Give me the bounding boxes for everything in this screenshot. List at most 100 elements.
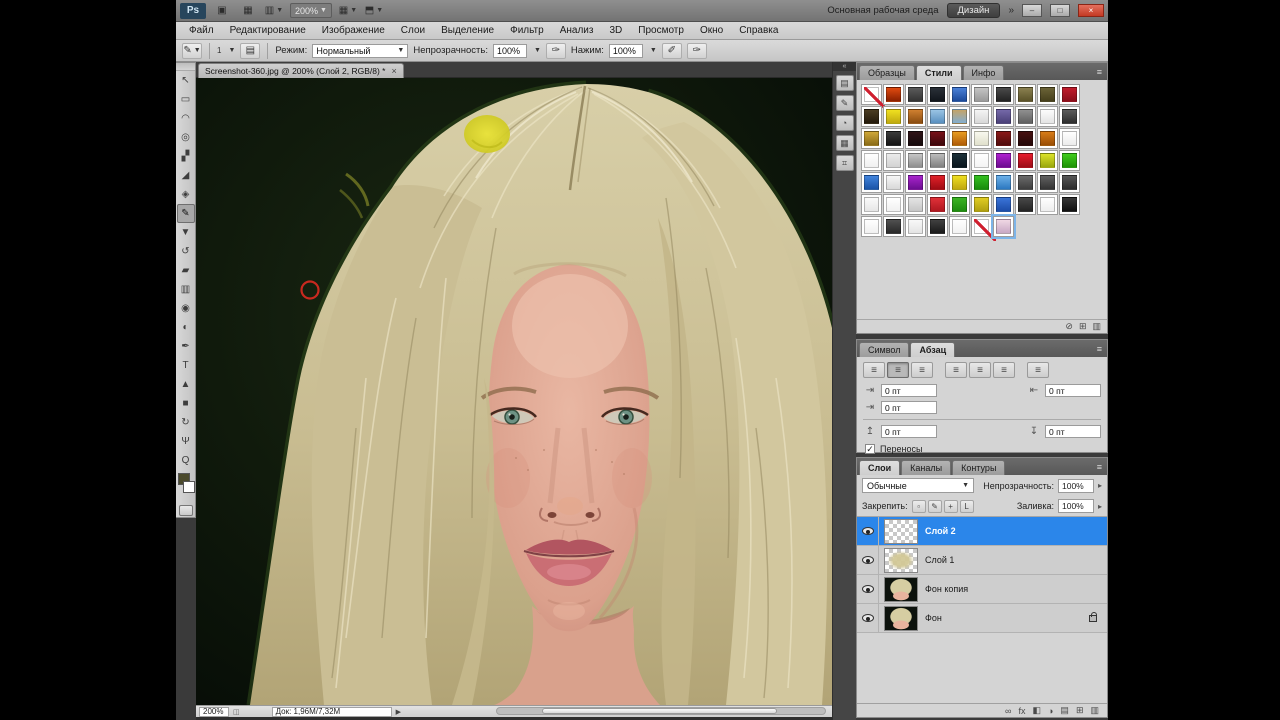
- style-swatch-14[interactable]: [927, 106, 948, 127]
- layer-row-1[interactable]: Слой 2: [857, 516, 1107, 546]
- justify-last-center-button[interactable]: ≡: [969, 362, 991, 378]
- indent-left-field[interactable]: 0 пт: [881, 384, 937, 397]
- rotate-view-tool[interactable]: ↻: [177, 413, 195, 432]
- style-swatch-12[interactable]: [883, 106, 904, 127]
- view-extras-icon[interactable]: ▥ ▼: [264, 3, 284, 19]
- layer-style-button[interactable]: fx: [1018, 706, 1025, 716]
- new-group-button[interactable]: ▤: [1060, 705, 1069, 716]
- style-swatch-28[interactable]: [1015, 128, 1036, 149]
- move-tool[interactable]: ↖: [177, 71, 195, 90]
- style-swatch-66[interactable]: [971, 216, 996, 241]
- menu-item-6[interactable]: Фильтр: [503, 24, 551, 37]
- zoom-tool[interactable]: Q: [177, 451, 195, 470]
- layer-thumbnail[interactable]: [884, 547, 918, 573]
- style-swatch-49[interactable]: [1037, 172, 1058, 193]
- style-swatch-30[interactable]: [1059, 128, 1080, 149]
- menu-item-10[interactable]: Окно: [693, 24, 730, 37]
- paragraph-panel-menu-icon[interactable]: ≡: [1094, 344, 1105, 354]
- style-swatch-11[interactable]: [861, 106, 882, 127]
- lock-all-button[interactable]: L: [959, 499, 974, 513]
- style-swatch-15[interactable]: [949, 106, 970, 127]
- new-style-button[interactable]: ⊞: [1079, 321, 1087, 332]
- layers-tab-1[interactable]: Слои: [859, 460, 901, 475]
- design-workspace-button[interactable]: Дизайн: [946, 3, 1001, 18]
- brush-size-value[interactable]: 1: [217, 46, 221, 55]
- document-tab[interactable]: Screenshot-360.jpg @ 200% (Слой 2, RGB/8…: [198, 63, 404, 78]
- style-swatch-48[interactable]: [1015, 172, 1036, 193]
- marquee-tool[interactable]: ▭: [177, 90, 195, 109]
- screen-mode-icon[interactable]: ⬒ ▼: [364, 3, 384, 19]
- airbrush-icon[interactable]: ✐: [661, 42, 682, 59]
- menu-item-7[interactable]: Анализ: [553, 24, 601, 37]
- collapsed-panel-button-4[interactable]: ▦: [835, 135, 854, 151]
- style-swatch-46[interactable]: [971, 172, 992, 193]
- workspace-overflow-icon[interactable]: »: [1008, 5, 1014, 16]
- styles-panel-menu-icon[interactable]: ≡: [1094, 67, 1105, 77]
- mini-bridge-icon[interactable]: ▦: [238, 3, 258, 19]
- opacity-field[interactable]: 100%: [492, 43, 527, 58]
- style-swatch-5[interactable]: [949, 84, 970, 105]
- add-mask-button[interactable]: ◧: [1032, 705, 1041, 716]
- style-swatch-29[interactable]: [1037, 128, 1058, 149]
- delete-layer-button[interactable]: ▥: [1090, 705, 1099, 716]
- layers-tab-3[interactable]: Контуры: [952, 460, 1006, 475]
- style-swatch-18[interactable]: [1015, 106, 1036, 127]
- lock-transparency-button[interactable]: ▫: [911, 499, 926, 513]
- horizontal-scrollbar-thumb[interactable]: [542, 708, 777, 714]
- style-swatch-63[interactable]: [905, 216, 926, 237]
- lock-position-button[interactable]: +: [943, 499, 958, 513]
- style-swatch-34[interactable]: [927, 150, 948, 171]
- indent-first-line-field[interactable]: 0 пт: [881, 401, 937, 414]
- collapse-dock-icon[interactable]: «: [833, 62, 856, 71]
- style-swatch-33[interactable]: [905, 150, 926, 171]
- opacity-arrow[interactable]: ▼: [534, 47, 541, 54]
- layer-visibility-toggle[interactable]: [857, 516, 879, 546]
- style-swatch-60[interactable]: [1059, 194, 1080, 215]
- hand-tool[interactable]: Ψ: [177, 432, 195, 451]
- style-swatch-65[interactable]: [949, 216, 970, 237]
- collapsed-panel-button-2[interactable]: ✎: [835, 95, 854, 111]
- clone-stamp-tool[interactable]: ▼: [177, 223, 195, 242]
- style-swatch-10[interactable]: [1059, 84, 1080, 105]
- brush-preset-icon[interactable]: ✎ ▼: [182, 42, 202, 59]
- style-swatch-36[interactable]: [971, 150, 992, 171]
- align-right-button[interactable]: ≡: [911, 362, 933, 378]
- style-swatch-62[interactable]: [883, 216, 904, 237]
- eraser-tool[interactable]: ▰: [177, 261, 195, 280]
- style-swatch-67[interactable]: [991, 214, 1016, 239]
- delete-style-button[interactable]: ▥: [1092, 321, 1101, 332]
- style-swatch-31[interactable]: [861, 150, 882, 171]
- close-button[interactable]: ×: [1078, 4, 1104, 17]
- lock-paint-button[interactable]: ✎: [927, 499, 942, 513]
- layer-visibility-toggle[interactable]: [857, 603, 879, 633]
- styles-tab-3[interactable]: Инфо: [962, 65, 1005, 80]
- menu-item-8[interactable]: 3D: [602, 24, 629, 37]
- style-swatch-50[interactable]: [1059, 172, 1080, 193]
- horizontal-scrollbar[interactable]: [496, 707, 826, 715]
- menu-item-4[interactable]: Слои: [394, 24, 432, 37]
- eyedropper-tool[interactable]: ◢: [177, 166, 195, 185]
- style-swatch-16[interactable]: [971, 106, 992, 127]
- path-selection-tool[interactable]: ▲: [177, 375, 195, 394]
- styles-tab-1[interactable]: Образцы: [859, 65, 915, 80]
- menu-item-1[interactable]: Файл: [182, 24, 221, 37]
- layers-tab-2[interactable]: Каналы: [901, 460, 952, 475]
- pressure-opacity-icon[interactable]: ✑: [545, 42, 566, 59]
- crop-tool[interactable]: ▞: [177, 147, 195, 166]
- style-swatch-27[interactable]: [993, 128, 1014, 149]
- style-swatch-51[interactable]: [861, 194, 882, 215]
- style-swatch-26[interactable]: [971, 128, 992, 149]
- menu-item-2[interactable]: Редактирование: [223, 24, 313, 37]
- style-swatch-55[interactable]: [949, 194, 970, 215]
- style-swatch-6[interactable]: [971, 84, 992, 105]
- layer-opacity-field[interactable]: 100%: [1057, 478, 1094, 493]
- status-zoom-field[interactable]: 200%: [199, 706, 229, 717]
- flow-arrow[interactable]: ▼: [650, 47, 657, 54]
- canvas-area[interactable]: [196, 78, 832, 705]
- mode-select[interactable]: Нормальный ▼: [312, 43, 409, 58]
- adjustment-layer-button[interactable]: ◑: [1048, 706, 1053, 716]
- menu-item-3[interactable]: Изображение: [315, 24, 392, 37]
- fill-field[interactable]: 100%: [1057, 499, 1094, 513]
- bridge-icon[interactable]: ▣: [212, 3, 232, 19]
- style-swatch-20[interactable]: [1059, 106, 1080, 127]
